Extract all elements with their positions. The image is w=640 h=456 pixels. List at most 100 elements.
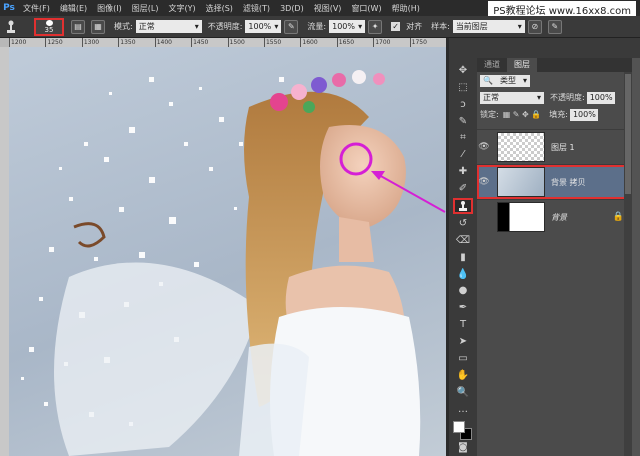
panel-scrollbar[interactable] bbox=[624, 72, 632, 456]
eyedropper-tool-icon[interactable]: ⁄ bbox=[453, 147, 473, 162]
chevron-down-icon: ▾ bbox=[536, 92, 541, 102]
sample-label: 样本: bbox=[431, 22, 450, 31]
menu-help[interactable]: 帮助(H) bbox=[387, 3, 425, 14]
menu-layer[interactable]: 图层(L) bbox=[127, 3, 164, 14]
menu-3d[interactable]: 3D(D) bbox=[275, 4, 309, 13]
quick-mask-icon[interactable]: ◙ bbox=[453, 440, 473, 455]
healing-brush-tool-icon[interactable]: ✚ bbox=[453, 164, 473, 179]
document-canvas[interactable] bbox=[9, 47, 446, 456]
menu-window[interactable]: 窗口(W) bbox=[346, 3, 386, 14]
type-tool-icon[interactable]: T bbox=[453, 317, 473, 332]
mode-value: 正常 bbox=[138, 22, 155, 31]
ruler-tick: 1550 bbox=[263, 38, 300, 47]
clone-source-panel-icon[interactable]: ▤ bbox=[71, 19, 85, 34]
eye-icon[interactable]: 👁 bbox=[477, 177, 491, 187]
flow-input[interactable]: 100% ▾ bbox=[329, 20, 366, 33]
opacity-value: 100% bbox=[248, 22, 272, 31]
menu-file[interactable]: 文件(F) bbox=[18, 3, 55, 14]
menu-view[interactable]: 视图(V) bbox=[309, 3, 347, 14]
path-select-tool-icon[interactable]: ➤ bbox=[453, 334, 473, 349]
menu-image[interactable]: 图像(I) bbox=[92, 3, 127, 14]
mode-label: 模式: bbox=[114, 22, 133, 31]
ruler-tick: 1350 bbox=[118, 38, 154, 47]
lock-label: 锁定: bbox=[480, 110, 499, 119]
align-checkbox[interactable]: ✓ bbox=[391, 22, 401, 31]
options-bar: 35 ▤ ▦ 模式: 正常 ▾ 不透明度: 100% ▾ ✎ 流量: 100% ▾ ✦… bbox=[0, 16, 640, 38]
clone-stamp-tool-preset-icon[interactable] bbox=[0, 17, 22, 37]
opacity-input[interactable]: 100% ▾ bbox=[245, 20, 282, 33]
filter-icon: 🔍 bbox=[483, 75, 493, 85]
tab-layers[interactable]: 图层 bbox=[507, 58, 537, 72]
brush-tool-icon[interactable]: ✐ bbox=[453, 181, 473, 196]
pressure-opacity-icon[interactable]: ✎ bbox=[284, 19, 299, 34]
layer-thumbnail bbox=[497, 167, 545, 197]
dodge-tool-icon[interactable]: ● bbox=[453, 284, 473, 299]
flow-value: 100% bbox=[332, 22, 355, 31]
brush-size-picker[interactable]: 35 bbox=[34, 17, 64, 36]
flow-label: 流量: bbox=[307, 22, 327, 31]
crop-tool-icon[interactable]: ⌗ bbox=[453, 131, 473, 146]
lasso-tool-icon[interactable]: ↄ bbox=[453, 97, 473, 112]
lock-row: 锁定: ▦ ✎ ✥ 🔒 填充: 100% bbox=[477, 106, 632, 123]
opacity-label: 不透明度: bbox=[207, 22, 243, 31]
filter-value: 类型 bbox=[499, 75, 516, 85]
airbrush-icon[interactable]: ✦ bbox=[368, 19, 383, 34]
eraser-tool-icon[interactable]: ⌫ bbox=[453, 233, 473, 248]
layer-row-selected[interactable]: 👁 背景 拷贝 bbox=[477, 164, 632, 199]
menu-edit[interactable]: 编辑(E) bbox=[55, 3, 92, 14]
ruler-tick: 1400 bbox=[154, 38, 191, 47]
sample-select[interactable]: 当前图层 ▾ bbox=[452, 20, 525, 33]
fill-input[interactable]: 100% bbox=[569, 108, 598, 121]
blur-tool-icon[interactable]: 💧 bbox=[453, 267, 473, 282]
hand-tool-icon[interactable]: ✋ bbox=[453, 368, 473, 383]
layer-name: 背景 bbox=[551, 212, 567, 222]
layer-filter-row: 🔍 类型 ▾ bbox=[477, 72, 632, 89]
scrollbar-thumb[interactable] bbox=[625, 74, 631, 194]
chevron-down-icon: ▾ bbox=[194, 22, 199, 31]
menu-type[interactable]: 文字(Y) bbox=[163, 3, 200, 14]
pen-tool-icon[interactable]: ✒ bbox=[453, 300, 473, 315]
foreground-color-swatch[interactable] bbox=[453, 420, 465, 433]
chevron-down-icon: ▾ bbox=[517, 22, 522, 31]
chevron-down-icon: ▾ bbox=[358, 22, 363, 31]
blend-row: 正常 ▾ 不透明度: 100% bbox=[477, 89, 632, 106]
ruler-tick: 1750 bbox=[409, 38, 446, 47]
photoshop-logo: Ps bbox=[3, 3, 15, 13]
panel-tabs: 通道 图层 bbox=[477, 58, 632, 72]
shape-tool-icon[interactable]: ▭ bbox=[453, 351, 473, 366]
marquee-tool-icon[interactable]: ⬚ bbox=[453, 80, 473, 95]
layer-row[interactable]: 背景 🔒 bbox=[477, 199, 632, 234]
quick-select-tool-icon[interactable]: ✎ bbox=[453, 114, 473, 129]
zoom-tool-icon[interactable]: 🔍 bbox=[453, 385, 473, 400]
ruler-tick: 1300 bbox=[81, 38, 118, 47]
pressure-size-icon[interactable]: ✎ bbox=[547, 19, 562, 34]
align-label: 对齐 bbox=[406, 22, 423, 31]
color-swatches[interactable] bbox=[453, 420, 473, 440]
blend-mode-select[interactable]: 正常 ▾ bbox=[480, 91, 544, 104]
clone-stamp-tool-icon[interactable] bbox=[453, 198, 473, 214]
move-tool-icon[interactable]: ✥ bbox=[453, 63, 473, 78]
menu-select[interactable]: 选择(S) bbox=[201, 3, 238, 14]
layer-thumbnail bbox=[497, 202, 545, 232]
lock-options-icon[interactable]: ▦ ✎ ✥ 🔒 bbox=[503, 110, 542, 119]
layer-row[interactable]: 👁 图层 1 bbox=[477, 129, 632, 164]
gradient-tool-icon[interactable]: ▮ bbox=[453, 250, 473, 265]
more-tools-icon[interactable]: … bbox=[453, 402, 473, 417]
ruler-horizontal: 1200 1250 1300 1350 1400 1450 1500 1550 … bbox=[9, 38, 446, 47]
lock-icon: 🔒 bbox=[612, 212, 624, 222]
layer-name: 图层 1 bbox=[551, 142, 575, 152]
menu-filter[interactable]: 滤镜(T) bbox=[238, 3, 275, 14]
layer-name: 背景 拷贝 bbox=[551, 177, 586, 187]
tab-channels[interactable]: 通道 bbox=[477, 58, 507, 72]
ruler-corner bbox=[0, 38, 9, 47]
brush-panel-icon[interactable]: ▦ bbox=[91, 19, 105, 34]
layer-opacity-value: 100% bbox=[589, 92, 613, 102]
layer-opacity-label: 不透明度: bbox=[550, 93, 585, 102]
layer-filter-select[interactable]: 🔍 类型 ▾ bbox=[480, 74, 530, 87]
mode-select[interactable]: 正常 ▾ bbox=[135, 20, 202, 33]
eye-icon[interactable]: 👁 bbox=[477, 142, 491, 152]
tools-panel: ✥ ⬚ ↄ ✎ ⌗ ⁄ ✚ ✐ ↺ ⌫ ▮ 💧 ● ✒ T ➤ ▭ ✋ 🔍 … … bbox=[449, 58, 477, 456]
ignore-adjustment-layers-icon[interactable]: ⊘ bbox=[527, 19, 542, 34]
history-brush-tool-icon[interactable]: ↺ bbox=[453, 216, 473, 231]
layer-opacity-input[interactable]: 100% bbox=[586, 91, 615, 104]
